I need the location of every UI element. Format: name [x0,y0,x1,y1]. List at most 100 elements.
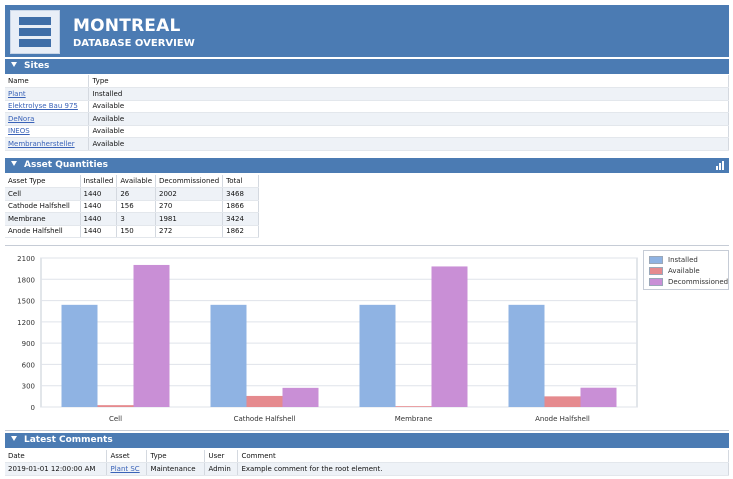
page-title: MONTREAL [73,16,181,36]
chart-legend: Installed Available Decommissioned [643,250,729,290]
available-cell: 156 [116,200,157,213]
comments-table: Date Asset Type User Comment 2019-01-01 … [5,450,729,476]
site-link-membranhersteller[interactable]: Membranhersteller [8,140,75,148]
column-header-date[interactable]: Date [5,450,108,463]
asset-quantities-section-title: Asset Quantities [24,160,108,170]
asset-type-cell: Membrane [5,212,81,226]
latest-comments-section-title: Latest Comments [24,435,113,445]
table-row: Membrane 1440 3 1981 3424 [5,212,260,226]
column-header-total[interactable]: Total [222,175,260,188]
y-tick-label: 900 [22,340,35,348]
column-header-available[interactable]: Available [116,175,157,188]
site-type: Available [88,125,729,138]
column-header-user[interactable]: User [204,450,239,463]
site-link-denora[interactable]: DeNora [8,115,34,123]
site-link-ineos[interactable]: INEOS [8,127,30,135]
column-header-type[interactable]: Type [88,75,729,88]
table-row: Membranhersteller Available [5,137,729,151]
legend-label-installed: Installed [668,256,698,264]
sites-section-header[interactable]: Sites [5,59,729,74]
x-tick-label: Membrane [395,415,433,423]
site-link-elektrolyse[interactable]: Elektrolyse Bau 975 [8,102,78,110]
bar-decommissioned [282,387,319,407]
table-row: DeNora Available [5,112,729,126]
site-link-plant[interactable]: Plant [8,90,26,98]
table-row: INEOS Available [5,125,729,138]
decommissioned-cell: 270 [155,200,224,213]
column-header-name[interactable]: Name [5,75,90,88]
collapse-arrow-icon[interactable] [11,62,17,67]
bar-chart-icon[interactable] [716,161,725,170]
total-cell: 1866 [222,200,260,213]
legend-swatch-installed [649,256,663,264]
y-tick-label: 1200 [17,319,35,327]
y-tick-label: 1800 [17,276,35,284]
asset-quantities-section-header[interactable]: Asset Quantities [5,158,729,173]
decommissioned-cell: 1981 [155,212,224,226]
table-row: 2019-01-01 12:00:00 AM Plant SC Maintena… [5,462,729,476]
bar-available [544,396,581,407]
bar-installed [359,304,396,407]
x-tick-label: Anode Halfshell [535,415,590,423]
bar-available [97,405,134,407]
site-type: Installed [88,87,729,101]
column-header-asset[interactable]: Asset [106,450,148,463]
legend-label-available: Available [668,267,700,275]
column-header-asset-type[interactable]: Asset Type [5,175,81,188]
sites-table: Name Type Plant Installed Elektrolyse Ba… [5,75,729,151]
x-tick-label: Cell [109,415,122,423]
bar-decommissioned [580,387,617,407]
available-cell: 26 [116,187,157,201]
installed-cell: 1440 [80,212,118,226]
site-type: Available [88,137,729,151]
page-header: MONTREAL DATABASE OVERVIEW [5,5,729,57]
site-type: Available [88,112,729,126]
comment-asset-link[interactable]: Plant SC [110,465,139,473]
table-row: Cell 1440 26 2002 3468 [5,187,260,201]
legend-item-available: Available [649,266,700,276]
bar-installed [61,304,98,407]
bar-installed [508,304,545,407]
page-subtitle: DATABASE OVERVIEW [73,38,195,49]
plot-area [40,257,638,408]
collapse-arrow-icon[interactable] [11,161,17,166]
bar-decommissioned [431,266,468,407]
installed-cell: 1440 [80,225,118,238]
sites-section-title: Sites [24,61,50,71]
y-tick-label: 0 [31,404,35,412]
bar-decommissioned [133,264,170,407]
y-tick-label: 600 [22,361,35,369]
column-header-decommissioned[interactable]: Decommissioned [155,175,224,188]
decommissioned-cell: 2002 [155,187,224,201]
asset-type-cell: Anode Halfshell [5,225,81,238]
column-header-installed[interactable]: Installed [80,175,118,188]
collapse-arrow-icon[interactable] [11,436,17,441]
total-cell: 3424 [222,212,260,226]
bar-chart: 0 300 600 900 1200 1500 1800 2100 Cell Cathode Ha… [17,255,638,423]
legend-label-decommissioned: Decommissioned [668,278,729,286]
asset-quantities-chart: 0 300 600 900 1200 1500 1800 2100 Cell Cathode Ha… [5,245,729,431]
comment-text: Example comment for the root element. [237,462,729,476]
column-header-comment[interactable]: Comment [237,450,729,463]
table-row: Anode Halfshell 1440 150 272 1862 [5,225,260,238]
installed-cell: 1440 [80,200,118,213]
legend-item-decommissioned: Decommissioned [649,277,728,287]
table-row: Cathode Halfshell 1440 156 270 1866 [5,200,260,213]
y-tick-label: 300 [22,383,35,391]
legend-swatch-available [649,267,663,275]
site-type: Available [88,100,729,113]
available-cell: 150 [116,225,157,238]
decommissioned-cell: 272 [155,225,224,238]
database-list-icon [10,10,60,54]
y-tick-label: 2100 [17,255,35,263]
table-row: Elektrolyse Bau 975 Available [5,100,729,113]
comment-date: 2019-01-01 12:00:00 AM [5,462,108,476]
asset-type-cell: Cell [5,187,81,201]
latest-comments-section-header[interactable]: Latest Comments [5,433,729,448]
asset-quantities-table: Asset Type Installed Available Decommiss… [5,175,260,238]
bar-available [246,395,283,407]
asset-type-cell: Cathode Halfshell [5,200,81,213]
table-row: Plant Installed [5,87,729,101]
x-tick-label: Cathode Halfshell [234,415,296,423]
column-header-type[interactable]: Type [146,450,206,463]
